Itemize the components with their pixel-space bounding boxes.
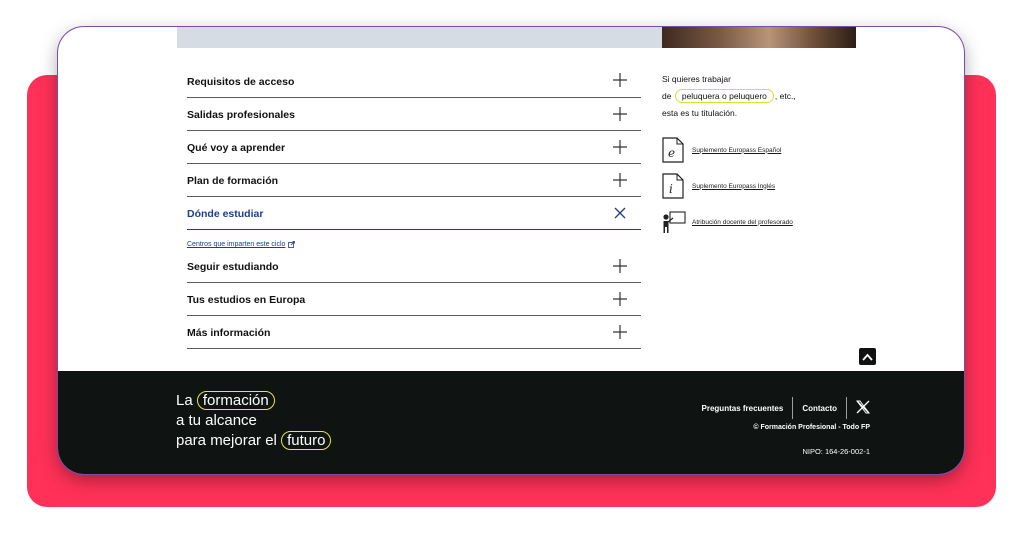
centros-link[interactable]: Centros que imparten este ciclo: [187, 230, 641, 250]
accordion-label: Qué voy a aprender: [187, 142, 286, 154]
browser-card: Requisitos de acceso Salidas profesional…: [58, 27, 964, 474]
promo-line-1: Si quieres trabajar: [662, 74, 731, 84]
back-to-top-button[interactable]: [859, 348, 876, 365]
accordion-label: Plan de formación: [187, 175, 279, 187]
plus-icon[interactable]: [613, 292, 627, 306]
atribucion-link[interactable]: Atribución docente del profesorado: [662, 204, 862, 240]
accordion-item-salidas[interactable]: Salidas profesionales: [187, 98, 641, 131]
accordion-item-donde-estudiar[interactable]: Dónde estudiar: [187, 197, 641, 230]
copyright: © Formación Profesional - Todo FP: [753, 424, 870, 431]
accordion-label: Dónde estudiar: [187, 208, 264, 220]
accordion-item-mas-info[interactable]: Más información: [187, 316, 641, 349]
accordion-label: Requisitos de acceso: [187, 75, 295, 88]
nipo: NIPO: 164-26-002-1: [802, 447, 870, 456]
plus-icon[interactable]: [613, 173, 627, 187]
sidebar-info: Si quieres trabajar de peluquera o peluq…: [662, 71, 862, 240]
document-i-icon: i: [662, 173, 686, 199]
promo-highlight: peluquera o peluquero: [674, 89, 774, 103]
footer: La formación a tu alcance para mejorar e…: [58, 371, 964, 474]
svg-text:i: i: [669, 182, 673, 196]
footer-slogan: La formación a tu alcance para mejorar e…: [176, 391, 332, 451]
promo-line-3: esta es tu titulación.: [662, 108, 738, 118]
europass-en-label: Suplemento Europass Inglés: [692, 182, 776, 190]
slogan-highlight-formacion: formación: [196, 391, 275, 410]
chevron-up-icon: [862, 353, 873, 361]
slogan-highlight-futuro: futuro: [281, 431, 332, 450]
plus-icon[interactable]: [613, 325, 627, 339]
europass-es-link[interactable]: e Suplemento Europass Español: [662, 132, 862, 168]
promo-suffix: , etc.,: [774, 91, 796, 101]
footer-divider: [792, 397, 794, 419]
promo-text: Si quieres trabajar de peluquera o peluq…: [662, 71, 862, 122]
accordion-label: Tus estudios en Europa: [187, 294, 306, 306]
footer-divider: [846, 397, 847, 419]
accordion: Requisitos de acceso Salidas profesional…: [187, 64, 641, 349]
europass-es-label: Suplemento Europass Español: [692, 146, 782, 154]
plus-icon[interactable]: [613, 107, 627, 121]
slogan-line-3: para mejorar el futuro: [176, 431, 332, 451]
close-icon[interactable]: [613, 206, 627, 220]
plus-icon[interactable]: [613, 73, 627, 87]
accordion-item-europa[interactable]: Tus estudios en Europa: [187, 283, 641, 316]
accordion-label: Más información: [187, 327, 271, 339]
plus-icon[interactable]: [613, 140, 627, 154]
footer-links: Preguntas frecuentes Contacto: [702, 397, 870, 419]
promo-line-2: de peluquera o peluquero, etc.,: [662, 88, 862, 105]
europass-en-link[interactable]: i Suplemento Europass Inglés: [662, 168, 862, 204]
hero-photo: [662, 27, 856, 48]
accordion-label: Salidas profesionales: [187, 109, 295, 121]
slogan-word: La: [176, 392, 193, 409]
svg-text:e: e: [668, 146, 675, 160]
atribucion-label: Atribución docente del profesorado: [692, 218, 793, 226]
slogan-line-1: La formación: [176, 391, 331, 411]
slogan-line-2: a tu alcance: [176, 412, 257, 429]
accordion-item-aprender[interactable]: Qué voy a aprender: [187, 131, 641, 164]
teacher-board-icon: [662, 209, 686, 235]
accordion-item-requisitos[interactable]: Requisitos de acceso: [187, 64, 641, 98]
document-e-icon: e: [662, 137, 686, 163]
centros-link-label: Centros que imparten este ciclo: [187, 241, 286, 248]
external-link-icon: [288, 241, 296, 248]
accordion-label: Seguir estudiando: [187, 261, 279, 273]
plus-icon[interactable]: [613, 259, 627, 273]
slogan-word: para mejorar el: [176, 432, 277, 449]
x-social-icon[interactable]: [856, 400, 870, 416]
faq-link[interactable]: Preguntas frecuentes: [702, 404, 784, 413]
top-banner-strip: [177, 27, 662, 48]
contact-link[interactable]: Contacto: [802, 404, 837, 413]
accordion-item-plan[interactable]: Plan de formación: [187, 164, 641, 197]
accordion-item-seguir[interactable]: Seguir estudiando: [187, 250, 641, 283]
promo-prefix: de: [662, 91, 672, 101]
